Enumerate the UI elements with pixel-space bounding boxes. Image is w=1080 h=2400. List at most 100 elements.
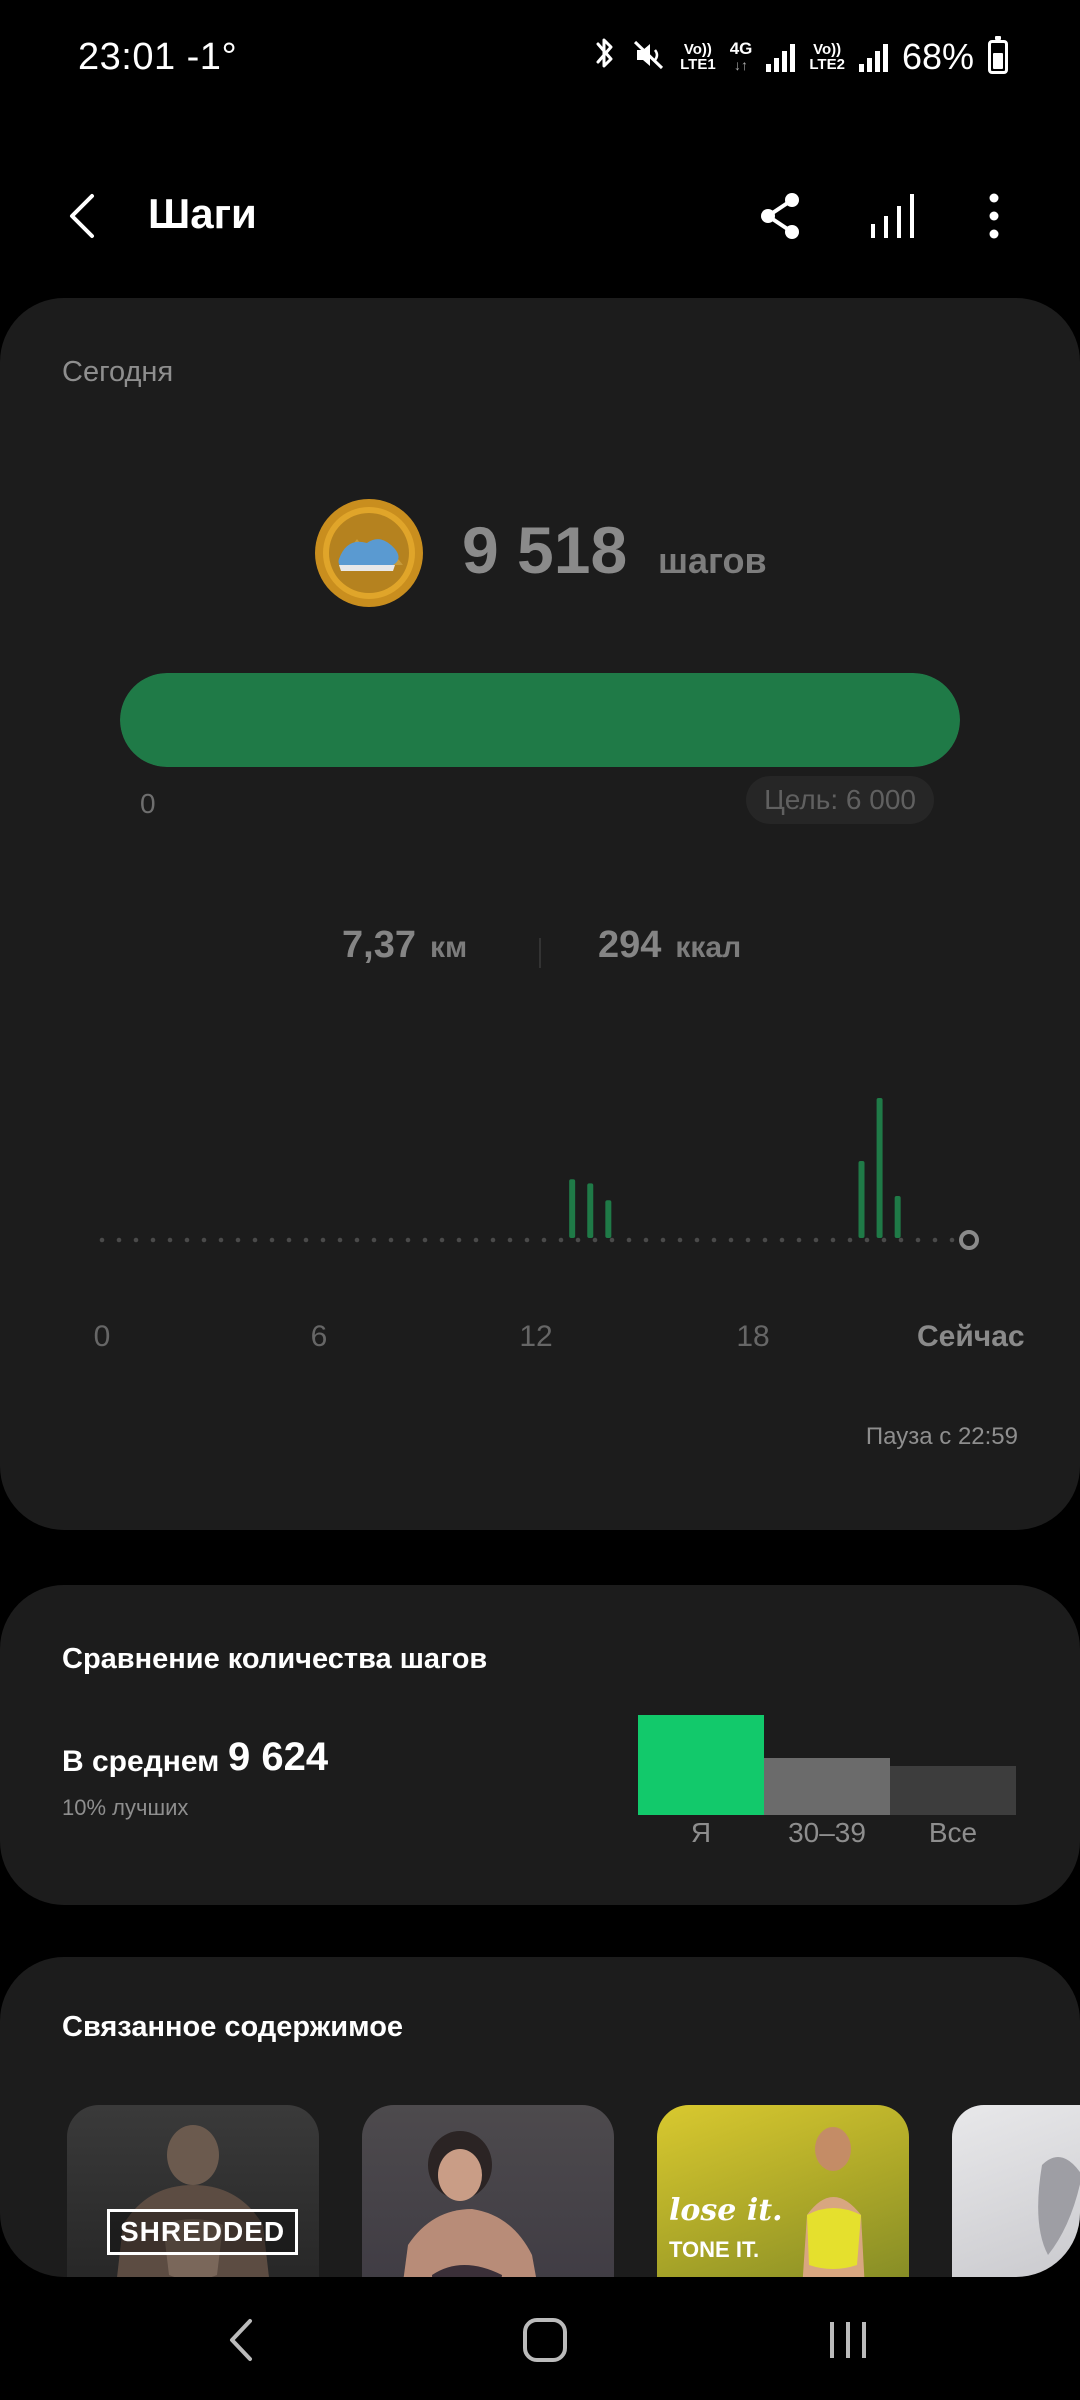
- more-options-button[interactable]: [962, 184, 1026, 248]
- chart-baseline-dot: [847, 1237, 853, 1243]
- related-item-workout[interactable]: [362, 2105, 614, 2277]
- chart-baseline-dot: [711, 1237, 717, 1243]
- chart-baseline-dot: [949, 1237, 955, 1243]
- app-bar: Шаги: [0, 170, 1080, 260]
- progress-min-label: 0: [140, 788, 156, 819]
- chart-x-tick-0: 0: [93, 1320, 111, 1353]
- chart-baseline-dot: [830, 1237, 836, 1243]
- related-content-card: Связанное содержимое SHREDDED lose it. T…: [0, 1957, 1080, 2277]
- chart-baseline-dot: [218, 1237, 224, 1243]
- nav-back-button[interactable]: [202, 2308, 282, 2372]
- percentile-text: 10% лучших: [62, 1795, 189, 1820]
- bar-chart-icon: [871, 194, 914, 238]
- chart-baseline-dot: [779, 1237, 785, 1243]
- status-time: 23:01 -1°: [78, 36, 237, 79]
- lose-it-text: lose it.: [669, 2193, 783, 2228]
- chart-baseline-dot: [303, 1237, 309, 1243]
- chart-baseline-dot: [728, 1237, 734, 1243]
- page-title: Шаги: [148, 190, 257, 237]
- sim2-lte: LTE2: [809, 56, 845, 73]
- calories-value: 294: [598, 924, 662, 966]
- share-icon: [761, 193, 799, 239]
- today-label: Сегодня: [62, 356, 174, 388]
- chart-baseline-dot: [439, 1237, 445, 1243]
- distance-stat: 7,37 км: [342, 924, 467, 967]
- chart-baseline-dot: [422, 1237, 428, 1243]
- chart-baseline-dot: [490, 1237, 496, 1243]
- trends-button[interactable]: [860, 184, 924, 248]
- chart-bar-3: [858, 1161, 865, 1238]
- share-button[interactable]: [748, 184, 812, 248]
- chart-now-marker: [959, 1230, 979, 1250]
- tone-it-text: TONE IT.: [669, 2237, 760, 2262]
- chart-baseline-dot: [660, 1237, 666, 1243]
- chart-baseline-dot: [881, 1237, 887, 1243]
- chart-baseline-dot: [150, 1237, 156, 1243]
- battery-icon: [988, 36, 1008, 74]
- goal-label: Цель: 6 000: [746, 776, 934, 824]
- comparison-bar-2: [890, 1766, 1016, 1815]
- battery-percent: 68%: [901, 36, 974, 77]
- steps-progress-fill: [120, 673, 960, 767]
- comparison-label-2: Все: [928, 1817, 978, 1848]
- sim2-volte: Vo)): [813, 41, 842, 58]
- sim1-volte: Vo)): [683, 41, 712, 58]
- comparison-label-0: Я: [690, 1817, 712, 1848]
- average-label: В среднем: [62, 1745, 220, 1778]
- nav-home-icon: [523, 2318, 567, 2362]
- chart-baseline-dot: [915, 1237, 921, 1243]
- chart-baseline-dot: [184, 1237, 190, 1243]
- nav-recents-button[interactable]: [808, 2308, 888, 2372]
- distance-unit: км: [429, 931, 468, 964]
- chart-baseline-dot: [116, 1237, 122, 1243]
- chart-baseline-dot: [320, 1237, 326, 1243]
- pause-status: Пауза с 22:59: [865, 1423, 1018, 1450]
- chart-baseline-dot: [898, 1237, 904, 1243]
- calories-unit: ккал: [675, 931, 742, 964]
- chart-baseline-dot: [762, 1237, 768, 1243]
- chart-baseline-dot: [405, 1237, 411, 1243]
- chart-baseline-dot: [609, 1237, 615, 1243]
- chart-baseline-dot: [745, 1237, 751, 1243]
- nav-recents-icon: [830, 2322, 866, 2358]
- related-item-lose-it[interactable]: lose it. TONE IT.: [657, 2105, 909, 2277]
- steps-unit: шагов: [658, 540, 767, 581]
- chart-x-tick-2: 12: [519, 1320, 553, 1353]
- related-item-4[interactable]: [952, 2105, 1080, 2277]
- chart-x-tick-3: 18: [736, 1320, 770, 1353]
- chart-baseline-dot: [99, 1237, 105, 1243]
- comparison-title: Сравнение количества шагов: [62, 1643, 488, 1675]
- chart-baseline-dot: [133, 1237, 139, 1243]
- related-item-shredded[interactable]: SHREDDED: [67, 2105, 319, 2277]
- comparison-bar-0: [638, 1715, 764, 1815]
- chart-baseline-dot: [201, 1237, 207, 1243]
- steps-comparison-card[interactable]: Сравнение количества шагов В среднем 9 6…: [0, 1585, 1080, 1905]
- calories-stat: 294 ккал: [598, 924, 741, 967]
- hourly-steps-chart: [99, 1098, 979, 1250]
- chart-baseline-dot: [575, 1237, 581, 1243]
- chart-baseline-dot: [864, 1237, 870, 1243]
- chart-x-tick-1: 6: [310, 1320, 328, 1353]
- distance-value: 7,37: [342, 924, 416, 966]
- fitness-image: [1038, 2157, 1080, 2255]
- more-vert-icon: [989, 193, 999, 239]
- chart-baseline-dot: [558, 1237, 564, 1243]
- chart-bar-2: [605, 1200, 612, 1238]
- chart-baseline-dot: [592, 1237, 598, 1243]
- comparison-label-1: 30–39: [788, 1817, 866, 1848]
- average-value: 9 624: [228, 1735, 329, 1779]
- chart-baseline-dot: [796, 1237, 802, 1243]
- today-card[interactable]: Сегодня 9 518 шагов 0 Цель: 6 000 7,37 к…: [0, 298, 1080, 1530]
- chart-baseline-dot: [354, 1237, 360, 1243]
- chart-baseline-dot: [337, 1237, 343, 1243]
- signal-icon-2: [858, 42, 888, 72]
- chart-bar-4: [876, 1098, 883, 1238]
- chart-baseline-dot: [473, 1237, 479, 1243]
- steps-progress-bar: [120, 673, 960, 767]
- chart-baseline-dot: [694, 1237, 700, 1243]
- sim1-lte: LTE1: [680, 56, 716, 73]
- clock-text: 23:01: [78, 36, 176, 78]
- related-title: Связанное содержимое: [62, 2011, 404, 2043]
- back-button[interactable]: [58, 188, 114, 244]
- nav-home-button[interactable]: [505, 2308, 585, 2372]
